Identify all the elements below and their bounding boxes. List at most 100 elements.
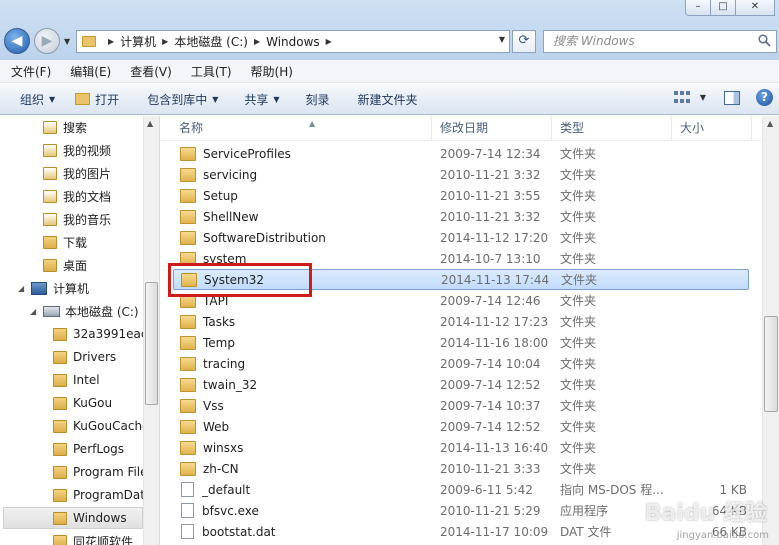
nav-item-windows[interactable]: Windows	[3, 507, 143, 529]
nav-item-local-disk[interactable]: ◢ 本地磁盘 (C:)	[30, 300, 139, 322]
file-row[interactable]: winsxs 2014-11-13 16:40 文件夹	[173, 437, 749, 458]
burn-button[interactable]: 刻录	[290, 84, 340, 114]
file-date: 2009-7-14 12:52	[440, 377, 541, 392]
folder-icon	[180, 209, 196, 224]
menu-view[interactable]: 查看(V)	[119, 63, 180, 80]
nav-item-folder[interactable]: ProgramData	[53, 484, 152, 506]
chevron-down-icon[interactable]: ▼	[700, 93, 706, 102]
chevron-down-icon: ▼	[212, 94, 219, 104]
menu-help[interactable]: 帮助(H)	[240, 63, 301, 80]
file-row[interactable]: ShellNew 2010-11-21 3:32 文件夹	[173, 206, 749, 227]
file-row[interactable]: zh-CN 2010-11-21 3:33 文件夹	[173, 458, 749, 479]
minimize-button[interactable]: –	[685, 0, 711, 16]
chevron-right-icon[interactable]: ▶	[162, 37, 168, 46]
menu-tools[interactable]: 工具(T)	[180, 63, 240, 80]
nav-item-label: KuGou	[73, 396, 113, 410]
folder-icon	[53, 488, 67, 502]
breadcrumb-windows[interactable]: Windows	[266, 35, 320, 49]
nav-item-documents[interactable]: 我的文档	[43, 185, 111, 207]
expand-triangle-icon[interactable]: ◢	[30, 307, 38, 316]
file-date: 2014-11-17 10:09	[440, 524, 549, 539]
chevron-right-icon[interactable]: ▶	[326, 37, 332, 46]
file-row[interactable]: Setup 2010-11-21 3:55 文件夹	[173, 185, 749, 206]
file-date: 2014-11-12 17:20	[440, 230, 549, 245]
back-button[interactable]: ◀	[4, 28, 30, 54]
nav-item-folder[interactable]: 同花顺软件	[53, 530, 133, 545]
folder-icon	[53, 442, 67, 456]
nav-item-folder[interactable]: Drivers	[53, 346, 116, 368]
nav-item-folder[interactable]: KuGouCache	[53, 415, 149, 437]
nav-scrollbar-thumb[interactable]	[145, 282, 158, 405]
nav-item-folder[interactable]: KuGou	[53, 392, 112, 414]
folder-icon	[43, 120, 57, 134]
nav-item-folder[interactable]: PerfLogs	[53, 438, 124, 460]
scroll-up-icon[interactable]: ▲	[147, 119, 153, 128]
nav-item-folder[interactable]: Program Files	[53, 461, 154, 483]
open-button[interactable]: 打开	[65, 84, 129, 114]
address-dropdown-icon[interactable]: ▼	[499, 35, 505, 44]
file-row[interactable]: SoftwareDistribution 2014-11-12 17:20 文件…	[173, 227, 749, 248]
folder-icon	[180, 314, 196, 329]
file-list: 名称 ▲ 修改日期 类型 大小 ServiceProfiles 2009-7-1…	[161, 116, 779, 545]
organize-button[interactable]: 组织 ▼	[0, 84, 65, 114]
column-type[interactable]: 类型	[552, 116, 672, 141]
forward-button[interactable]: ▶	[34, 28, 60, 54]
chevron-right-icon[interactable]: ▶	[108, 37, 114, 46]
file-row[interactable]: Tasks 2014-11-12 17:23 文件夹	[173, 311, 749, 332]
search-input[interactable]: 搜索 Windows	[543, 30, 777, 53]
new-folder-button[interactable]: 新建文件夹	[340, 84, 428, 114]
file-type: 文件夹	[560, 168, 597, 182]
column-size[interactable]: 大小	[672, 116, 752, 141]
nav-item-music[interactable]: 我的音乐	[43, 208, 111, 230]
nav-item-label: Intel	[73, 373, 100, 387]
include-in-library-button[interactable]: 包含到库中 ▼	[129, 84, 228, 114]
file-date: 2014-11-12 17:23	[440, 314, 549, 329]
menu-edit[interactable]: 编辑(E)	[59, 63, 119, 80]
nav-scrollbar[interactable]: ▲	[143, 116, 159, 545]
folder-icon	[180, 440, 196, 455]
file-row[interactable]: ServiceProfiles 2009-7-14 12:34 文件夹	[173, 143, 749, 164]
nav-item-desktop[interactable]: 桌面	[43, 254, 87, 276]
refresh-button[interactable]: ⟳	[512, 30, 536, 53]
scroll-up-icon[interactable]: ▲	[767, 119, 773, 128]
column-date[interactable]: 修改日期	[432, 116, 552, 141]
file-row[interactable]: servicing 2010-11-21 3:32 文件夹	[173, 164, 749, 185]
chevron-right-icon[interactable]: ▶	[254, 37, 260, 46]
file-row[interactable]: tracing 2009-7-14 10:04 文件夹	[173, 353, 749, 374]
close-button[interactable]: ✕	[735, 0, 775, 16]
file-row[interactable]: Vss 2009-7-14 10:37 文件夹	[173, 395, 749, 416]
help-icon[interactable]: ?	[756, 89, 773, 106]
file-list-scrollbar-thumb[interactable]	[764, 316, 778, 412]
expand-triangle-icon[interactable]: ◢	[18, 284, 26, 293]
file-row[interactable]: Web 2009-7-14 12:52 文件夹	[173, 416, 749, 437]
address-bar[interactable]: ▶ 计算机 ▶ 本地磁盘 (C:) ▶ Windows ▶ ▼	[76, 30, 510, 53]
shortcut-file-icon	[181, 482, 194, 497]
nav-item-downloads[interactable]: 下载	[43, 231, 87, 253]
column-name[interactable]: 名称 ▲	[171, 116, 432, 141]
menu-file[interactable]: 文件(F)	[0, 63, 59, 80]
recent-pages-dropdown[interactable]: ▼	[64, 37, 70, 46]
view-options-icon[interactable]	[673, 90, 690, 105]
breadcrumb-computer[interactable]: 计算机	[120, 33, 156, 50]
file-list-scrollbar[interactable]: ▲	[762, 116, 779, 545]
file-row[interactable]: twain_32 2009-7-14 12:52 文件夹	[173, 374, 749, 395]
share-button[interactable]: 共享 ▼	[228, 84, 289, 114]
nav-item-computer[interactable]: ◢ 计算机	[18, 277, 89, 299]
nav-item-folder[interactable]: 32a3991eac	[53, 323, 148, 345]
nav-item-search[interactable]: 搜索	[43, 116, 87, 138]
file-row[interactable]: Temp 2014-11-16 18:00 文件夹	[173, 332, 749, 353]
nav-item-label: Windows	[73, 511, 127, 525]
folder-icon	[180, 356, 196, 371]
breadcrumb-drive[interactable]: 本地磁盘 (C:)	[174, 33, 248, 50]
file-type: 文件夹	[560, 189, 597, 203]
preview-pane-icon[interactable]	[724, 90, 740, 105]
file-name: ShellNew	[203, 209, 259, 224]
maximize-button[interactable]: □	[710, 0, 736, 16]
application-icon	[181, 503, 194, 518]
nav-item-label: PerfLogs	[73, 442, 125, 456]
file-name: Tasks	[203, 314, 236, 329]
nav-item-folder[interactable]: Intel	[53, 369, 100, 391]
column-size-label: 大小	[680, 121, 705, 135]
nav-item-videos[interactable]: 我的视频	[43, 139, 111, 161]
nav-item-pictures[interactable]: 我的图片	[43, 162, 111, 184]
